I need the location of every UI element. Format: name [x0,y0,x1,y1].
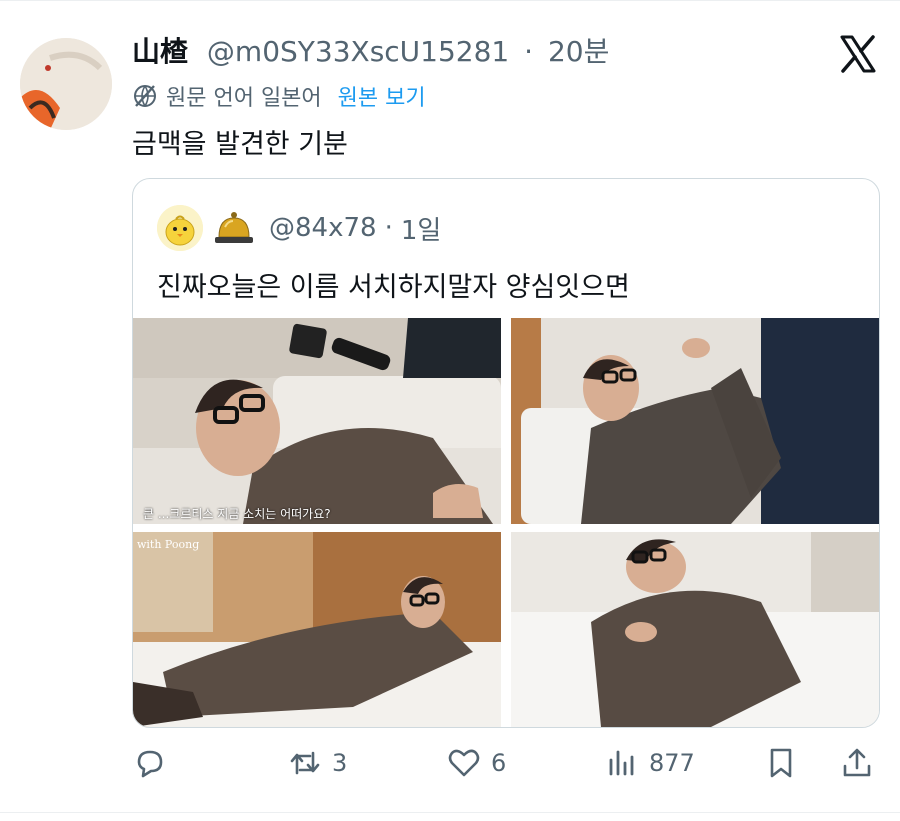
quoted-tweet[interactable]: @84x78 · 1일 진짜오늘은 이름 서치하지말자 양심잇으면 큰 ...크… [132,178,880,728]
author-name[interactable]: 山楂 [132,35,188,68]
share-icon [843,748,871,777]
meta-separator: · [524,35,534,68]
couch-leg-up-photo [511,318,879,524]
video-subtitle: 큰 ...크르티스 지금 소치는 어떠가요? [143,507,331,521]
author-avatar[interactable] [20,38,112,130]
author-handle[interactable]: @m0SY33XscU15281 [207,35,509,68]
bookmark-icon [770,748,792,778]
bell-emoji-icon [215,212,253,243]
tweet-text: 금맥을 발견한 기분 [132,129,348,160]
quote-text: 진짜오늘은 이름 서치하지말자 양심잇으면 [157,272,630,303]
show-original-link[interactable]: 원본 보기 [338,80,426,112]
retweet-icon [290,751,320,775]
bottom-divider [0,812,900,813]
author-avatar-image [20,38,112,130]
share-button[interactable] [840,746,874,780]
author-line: 山楂 @m0SY33XscU15281 · 20분 [132,30,609,70]
quote-handle[interactable]: @84x78 [269,213,377,243]
media-photo-3[interactable]: with Poong [133,532,501,727]
tweet-time[interactable]: 20분 [548,35,609,68]
bed-close-photo [511,532,879,727]
quote-header: @84x78 · 1일 [157,205,441,251]
heart-icon [448,749,480,777]
reply-icon [137,750,163,778]
quote-avatar[interactable] [157,205,203,251]
reply-button[interactable] [133,746,177,780]
bookmark-button[interactable] [764,746,798,780]
chick-avatar-image [157,205,203,251]
like-button[interactable]: 6 [447,746,506,780]
retweet-button[interactable]: 3 [288,746,347,780]
quote-time[interactable]: 1일 [401,210,441,247]
media-photo-2[interactable] [511,318,879,524]
media-photo-4[interactable] [511,532,879,727]
globe-slash-icon [134,85,156,107]
top-divider [0,0,900,1]
views-icon [609,750,634,776]
retweet-count: 3 [332,749,348,777]
hotel-bed-photo [133,532,501,727]
translation-notice: 원문 언어 일본어 원본 보기 [132,80,426,112]
views-button[interactable]: 877 [605,746,695,780]
photo-watermark: with Poong [137,538,200,551]
quote-separator: · [384,213,393,243]
like-count: 6 [491,749,507,777]
lying-on-couch-photo [133,318,501,524]
media-photo-1[interactable]: 큰 ...크르티스 지금 소치는 어떠가요? [133,318,501,524]
translate-label: 원문 언어 일본어 [166,86,322,111]
views-count: 877 [649,749,695,777]
x-logo-icon[interactable] [838,34,878,74]
action-bar: 3 6 877 [0,746,900,786]
